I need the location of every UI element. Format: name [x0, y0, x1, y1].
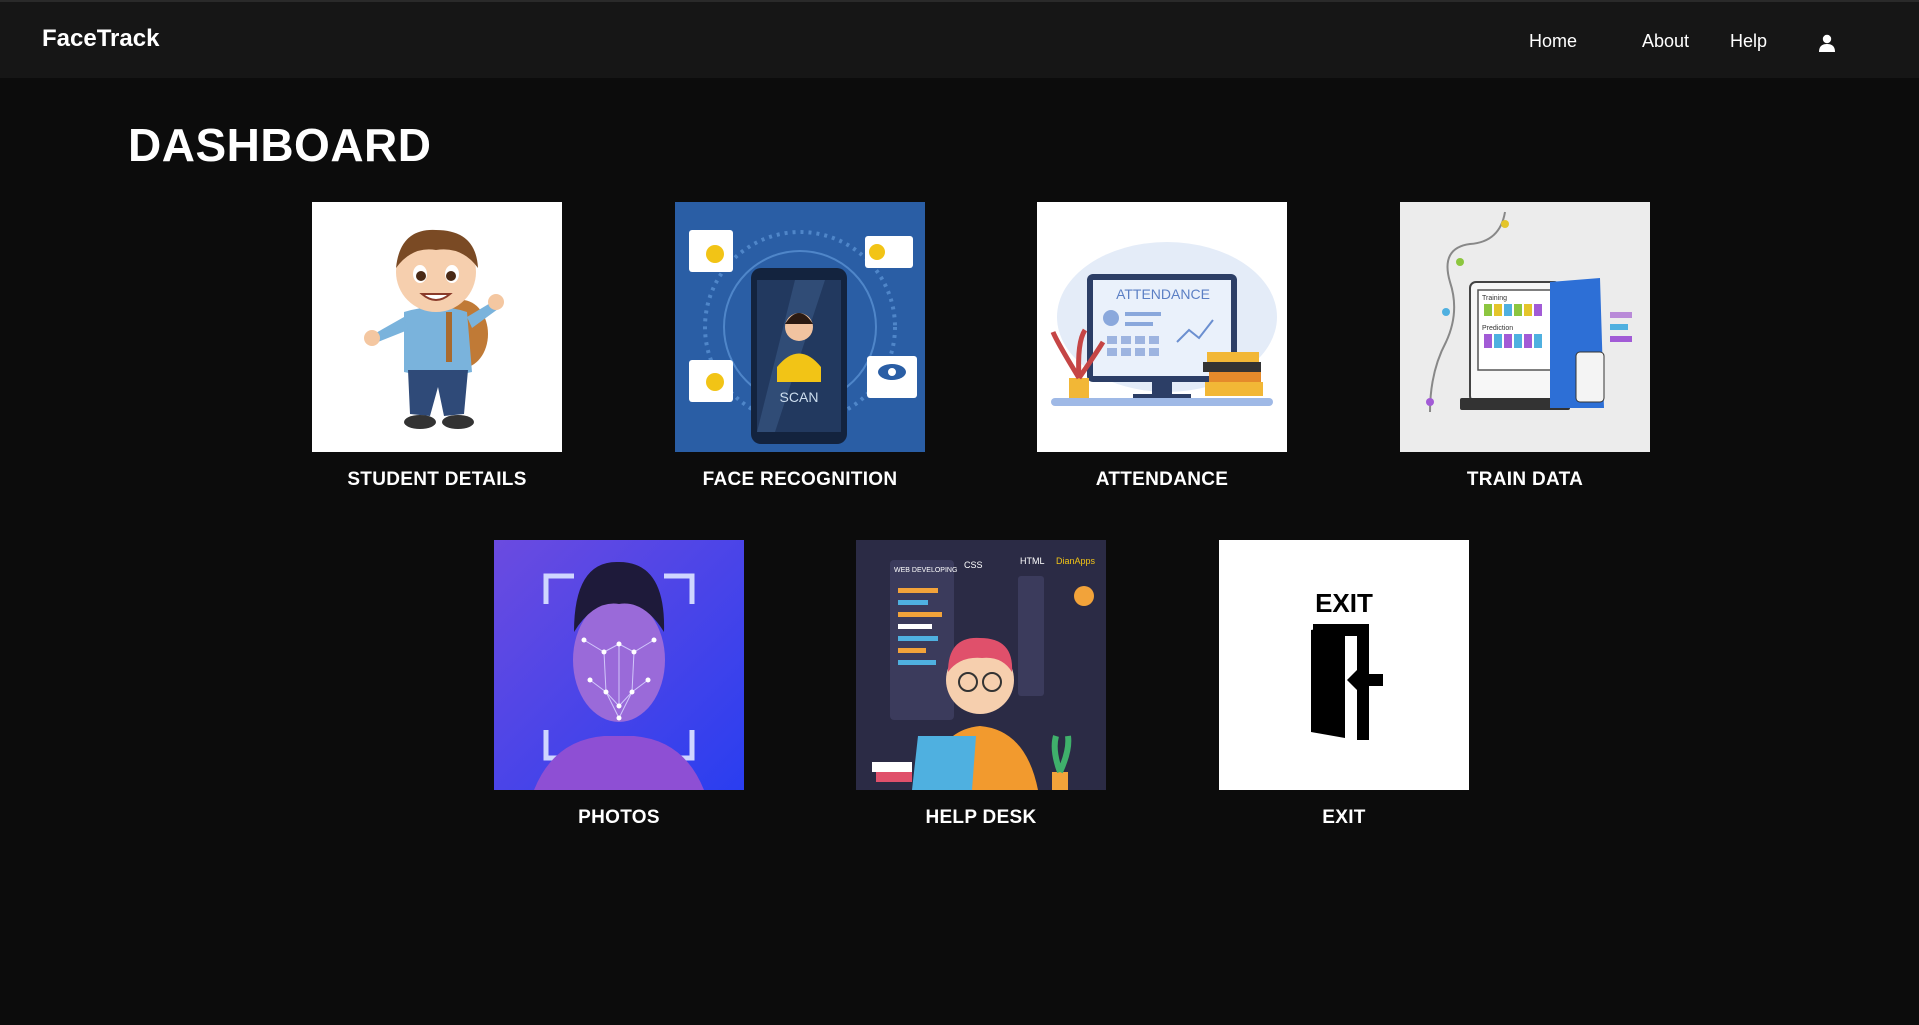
nav-home-link[interactable]: Home — [1529, 31, 1577, 52]
exit-sign-text: EXIT — [1315, 588, 1373, 618]
page-title: DASHBOARD — [128, 119, 432, 171]
css-text: CSS — [964, 560, 983, 570]
face-recognition-label[interactable]: FACE RECOGNITION — [675, 469, 925, 491]
help-desk-label[interactable]: HELP DESK — [856, 807, 1106, 829]
prediction-text: Prediction — [1482, 325, 1513, 332]
train-data-label[interactable]: TRAIN DATA — [1400, 469, 1650, 491]
html-text: HTML — [1020, 556, 1045, 566]
nav-help-link[interactable]: Help — [1730, 31, 1767, 52]
help-desk-tile[interactable]: WEB DEVELOPING CSS HTML DianApps HELP DE… — [856, 540, 1106, 829]
attendance-screen-text: ATTENDANCE — [1116, 286, 1210, 302]
training-computer-illustration[interactable]: Training Prediction — [1400, 202, 1650, 452]
student-details-tile[interactable]: STUDENT DETAILS — [312, 202, 562, 491]
exit-tile[interactable]: EXIT EXIT — [1219, 540, 1469, 829]
attendance-tile[interactable]: ATTENDANCE ATTENDANCE — [1037, 202, 1287, 491]
attendance-monitor-illustration[interactable]: ATTENDANCE — [1037, 202, 1287, 452]
exit-label[interactable]: EXIT — [1219, 807, 1469, 829]
web-developer-illustration[interactable]: WEB DEVELOPING CSS HTML DianApps — [856, 540, 1106, 790]
student-details-label[interactable]: STUDENT DETAILS — [312, 469, 562, 491]
dianapps-text: DianApps — [1056, 556, 1096, 566]
face-mesh-illustration[interactable] — [494, 540, 744, 790]
brand-logo[interactable]: FaceTrack — [42, 25, 159, 53]
top-navbar: FaceTrack Home About Help — [0, 0, 1919, 78]
photos-label[interactable]: PHOTOS — [494, 807, 744, 829]
scan-text: SCAN — [780, 389, 819, 405]
student-illustration[interactable] — [312, 202, 562, 452]
nav-about-link[interactable]: About — [1642, 31, 1689, 52]
face-recognition-tile[interactable]: SCAN FACE RECOGNITION — [675, 202, 925, 491]
attendance-label[interactable]: ATTENDANCE — [1037, 469, 1287, 491]
user-icon[interactable] — [1817, 33, 1837, 53]
training-text: Training — [1482, 295, 1507, 302]
photos-tile[interactable]: PHOTOS — [494, 540, 744, 829]
exit-door-icon[interactable]: EXIT — [1219, 540, 1469, 790]
train-data-tile[interactable]: Training Prediction TRAIN DATA — [1400, 202, 1650, 491]
web-developing-text: WEB DEVELOPING — [894, 567, 957, 574]
face-scan-phone-illustration[interactable]: SCAN — [675, 202, 925, 452]
